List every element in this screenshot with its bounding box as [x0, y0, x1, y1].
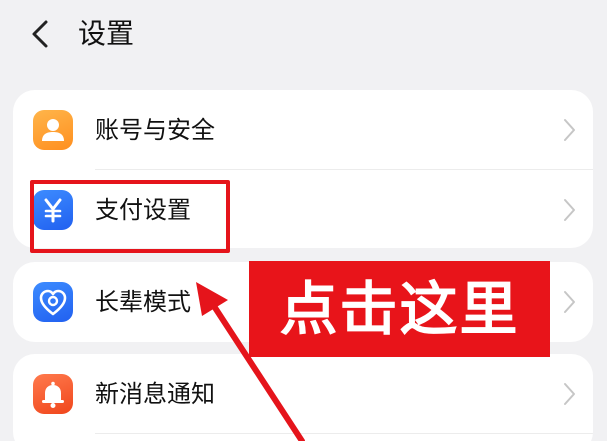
chevron-right-icon [561, 288, 577, 316]
settings-screen: 设置 账号与安全 支付设置 长辈模式 新消息通知 点击这里 [0, 0, 607, 441]
settings-item-label: 账号与安全 [95, 116, 215, 144]
chevron-right-icon [561, 196, 577, 224]
settings-group-notifications: 新消息通知 [13, 354, 593, 441]
user-icon [33, 110, 73, 150]
chevron-left-icon [32, 20, 48, 48]
heart-shield-icon [33, 282, 73, 322]
settings-item-label: 长辈模式 [95, 288, 191, 316]
header-bar: 设置 [0, 0, 607, 72]
settings-item-label: 新消息通知 [95, 380, 215, 408]
bell-icon [33, 374, 73, 414]
annotation-highlight-box [30, 180, 230, 253]
page-title: 设置 [78, 17, 135, 50]
annotation-banner-text: 点击这里 [279, 275, 520, 343]
chevron-right-icon [561, 116, 577, 144]
divider [95, 433, 593, 434]
back-button[interactable] [22, 14, 62, 54]
chevron-right-icon [561, 380, 577, 408]
settings-item-account-security[interactable]: 账号与安全 [13, 90, 593, 170]
annotation-banner: 点击这里 [249, 261, 550, 357]
settings-item-new-message-notification[interactable]: 新消息通知 [13, 354, 593, 434]
